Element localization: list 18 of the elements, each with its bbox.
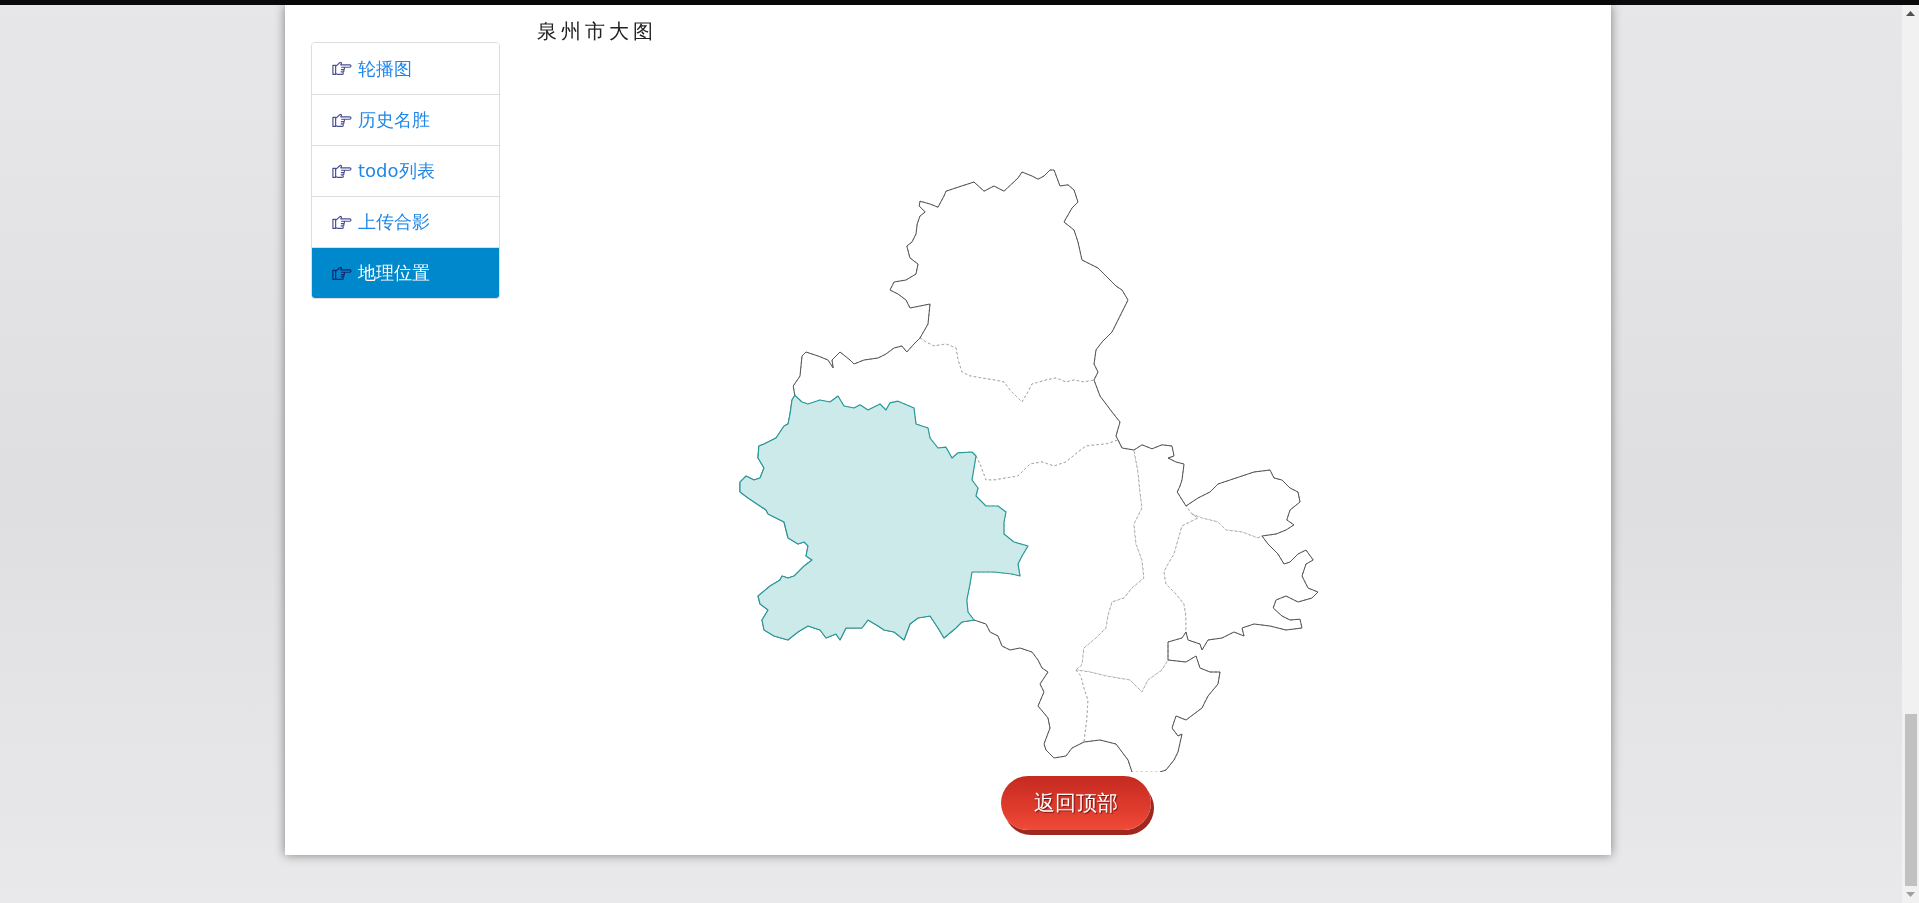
scrollbar[interactable] xyxy=(1902,5,1919,903)
map-region[interactable] xyxy=(966,439,1145,759)
pointing-hand-icon xyxy=(332,214,352,230)
map-region[interactable] xyxy=(1075,444,1199,693)
map-title: 泉州市大图 xyxy=(537,18,657,45)
map-region[interactable] xyxy=(1185,469,1301,539)
map-region[interactable] xyxy=(889,169,1129,403)
pointing-hand-icon xyxy=(332,61,352,76)
scroll-up-icon[interactable] xyxy=(1906,11,1915,16)
scroll-down-icon[interactable] xyxy=(1906,892,1915,897)
sidebar-item[interactable]: 地理位置 xyxy=(312,247,499,298)
map-region[interactable] xyxy=(739,394,1029,641)
pointing-hand-icon xyxy=(332,265,352,281)
pointing-hand-icon xyxy=(332,163,352,179)
scrollbar-thumb[interactable] xyxy=(1904,714,1917,886)
map-region[interactable] xyxy=(1163,513,1319,651)
pointing-hand-icon xyxy=(332,112,352,128)
map-region[interactable] xyxy=(1075,655,1221,772)
